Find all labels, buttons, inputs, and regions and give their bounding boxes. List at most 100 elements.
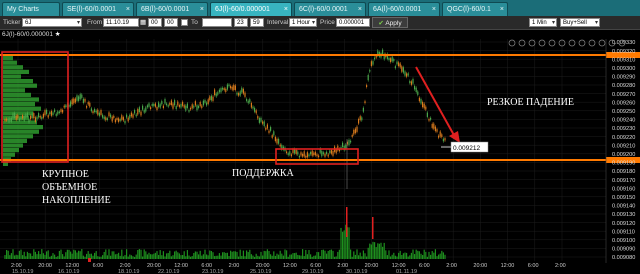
ticker-label: Ticker <box>3 19 21 26</box>
candle-body <box>311 150 313 156</box>
from-label: From <box>87 19 103 26</box>
volume-bar <box>436 256 438 259</box>
star-icon[interactable]: ★ <box>55 31 61 38</box>
to-minute-field[interactable]: 59 <box>250 17 264 27</box>
tab-6j[interactable]: 6J(l)-60/0.000001 × <box>210 2 292 16</box>
close-icon[interactable]: × <box>126 3 130 16</box>
volume-bar <box>22 255 24 259</box>
candle-body <box>415 87 417 93</box>
candle-body <box>31 113 33 119</box>
time-tick-label: 2:00 <box>446 263 457 269</box>
from-date-field[interactable]: 11.10.19 <box>103 17 139 27</box>
volume-bar <box>103 251 105 259</box>
tab-6b[interactable]: 6B(l)-60/0.0001 × <box>136 2 208 16</box>
volume-bar <box>434 249 436 259</box>
volume-bar <box>135 254 137 259</box>
volume-bar <box>167 253 169 259</box>
from-minute-field[interactable]: 00 <box>164 17 178 27</box>
close-icon[interactable]: × <box>358 3 362 16</box>
volume-bar <box>190 256 192 259</box>
volume-bar <box>337 251 339 259</box>
volume-bar <box>98 256 100 259</box>
tab-6c[interactable]: 6C(l)-60/0.0001 × <box>294 2 366 16</box>
trade-type-select[interactable]: Buy+Sell <box>560 17 600 27</box>
volume-bar <box>121 249 123 259</box>
profile-bar <box>3 74 21 79</box>
candle-body <box>105 117 107 121</box>
candle-body <box>297 151 299 155</box>
volume-bar <box>340 227 342 259</box>
volume-bar <box>247 252 249 259</box>
to-checkbox[interactable] <box>181 19 188 26</box>
from-hour-field[interactable]: 00 <box>148 17 162 27</box>
candle-body <box>151 103 153 107</box>
tab-label: SE(l)-60/0.0001 <box>67 6 117 13</box>
volume-bar <box>265 251 267 259</box>
candle-body <box>444 138 446 141</box>
candle-body <box>255 110 257 114</box>
volume-bar <box>242 250 244 259</box>
profile-bar <box>3 79 33 84</box>
volume-bar <box>286 250 288 259</box>
candle-body <box>7 118 9 122</box>
time-tick-label: 6:00 <box>93 263 104 269</box>
volume-bar <box>161 255 163 259</box>
to-date-field[interactable] <box>202 17 232 27</box>
timeframe-select[interactable]: 1 Min <box>529 17 557 27</box>
candle-body <box>249 99 251 103</box>
candle-body <box>362 107 364 112</box>
volume-bar <box>431 251 433 259</box>
volume-bar <box>18 250 20 259</box>
candle-body <box>422 101 424 108</box>
candle-body <box>414 85 416 90</box>
candle-body <box>394 66 396 69</box>
annotation-sharp-drop: РЕЗКОЕ ПАДЕНИЕ <box>487 97 574 108</box>
volume-bar <box>14 255 16 259</box>
close-icon[interactable]: × <box>432 3 436 16</box>
volume-bar <box>369 243 371 259</box>
tab-6a[interactable]: 6A(l)-60/0.0001 × <box>368 2 440 16</box>
price-chart[interactable]: 0.0093300.0093200.0093100.0093000.009290… <box>0 39 640 274</box>
interval-select[interactable]: 1 Hour <box>289 17 317 27</box>
volume-bar <box>6 249 8 259</box>
close-icon[interactable]: × <box>200 3 204 16</box>
candle-body <box>23 115 25 121</box>
volume-bar <box>342 231 344 259</box>
current-price-label: 0.009212 <box>453 145 480 152</box>
tab-se[interactable]: SE(l)-60/0.0001 × <box>62 2 134 16</box>
candle-body <box>30 115 32 120</box>
candle-body <box>113 115 115 118</box>
volume-bar <box>50 255 52 259</box>
candle-body <box>289 151 291 155</box>
volume-bar <box>146 254 148 259</box>
calendar-icon[interactable]: ▦ <box>140 18 146 27</box>
volume-bar <box>185 256 187 259</box>
candle-body <box>92 111 94 114</box>
ticker-select[interactable]: 6J <box>22 17 82 27</box>
apply-button[interactable]: ✔ Apply <box>372 17 408 28</box>
tab-qgc[interactable]: QGC(l)-60/0.1 × <box>442 2 508 16</box>
close-icon[interactable]: × <box>500 3 504 16</box>
volume-bar <box>252 255 254 259</box>
profile-bar <box>3 138 27 143</box>
volume-bar <box>254 256 256 259</box>
price-scale-field[interactable]: 0.000001 <box>336 17 370 27</box>
tab-my-charts[interactable]: My Charts <box>2 2 60 16</box>
candle-body <box>82 98 84 104</box>
candle-body <box>143 109 145 113</box>
volume-bar <box>332 250 334 259</box>
candle-body <box>166 103 168 106</box>
volume-bar <box>15 254 17 259</box>
volume-bar <box>143 249 145 259</box>
volume-bar <box>393 252 395 259</box>
candle-body <box>33 113 35 118</box>
candle-body <box>396 61 398 65</box>
candle-body <box>428 118 430 121</box>
candle-body <box>374 57 376 60</box>
volume-bar <box>199 250 201 259</box>
volume-bar <box>287 256 289 259</box>
close-icon[interactable]: × <box>284 3 288 16</box>
candle-body <box>292 149 294 153</box>
profile-bar <box>3 125 43 130</box>
to-hour-field[interactable]: 23 <box>234 17 248 27</box>
